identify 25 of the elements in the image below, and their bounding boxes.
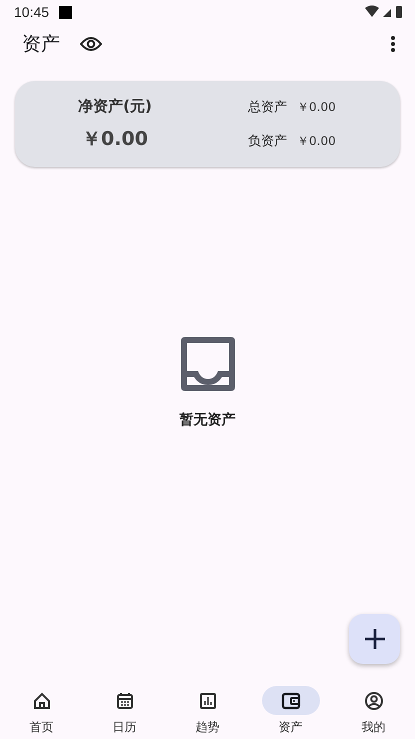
net-assets-value: ￥0.00 bbox=[82, 126, 148, 152]
plus-icon bbox=[362, 627, 386, 651]
nav-tab[interactable]: 日历 bbox=[83, 680, 166, 739]
wallet-icon bbox=[280, 690, 300, 710]
profile-icon bbox=[364, 690, 384, 710]
home-icon bbox=[32, 690, 52, 710]
nav-tab[interactable]: 资产 bbox=[249, 680, 332, 739]
more-menu-icon[interactable] bbox=[390, 35, 396, 53]
calendar-icon bbox=[114, 690, 134, 710]
bar-chart-icon bbox=[198, 690, 218, 710]
nav-tab[interactable]: 首页 bbox=[0, 680, 83, 739]
notification-icon bbox=[59, 6, 72, 18]
add-button[interactable] bbox=[349, 614, 400, 664]
eye-icon[interactable] bbox=[80, 36, 102, 52]
net-assets-label: 净资产(元) bbox=[78, 96, 152, 116]
nav-tab[interactable]: 我的 bbox=[332, 680, 415, 739]
asset-value: ￥0.00 bbox=[297, 98, 336, 116]
status-icons bbox=[363, 5, 403, 19]
asset-label: 总资产 bbox=[248, 99, 287, 116]
nav-tab[interactable]: 趋势 bbox=[166, 680, 249, 739]
page-title: 资产 bbox=[22, 32, 60, 57]
asset-label: 负资产 bbox=[248, 133, 287, 150]
asset-value: ￥0.00 bbox=[297, 132, 336, 150]
empty-message: 暂无资产 bbox=[180, 410, 236, 428]
status-time: 10:45 bbox=[14, 4, 50, 20]
